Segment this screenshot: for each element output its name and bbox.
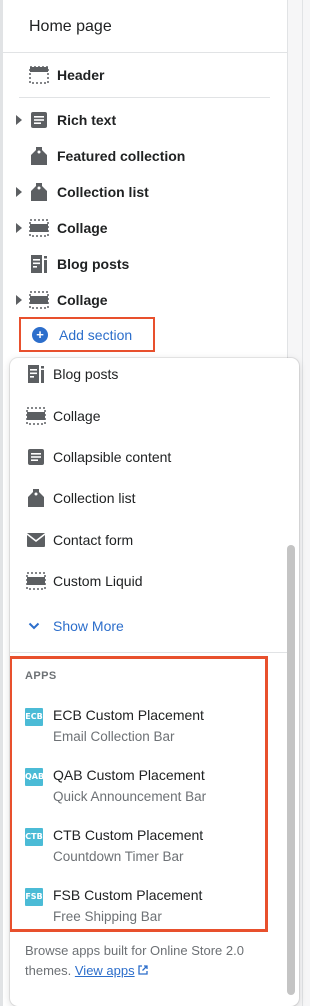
section-collage[interactable]: Collage — [3, 282, 287, 318]
section-label: Header — [57, 67, 105, 83]
show-more-label: Show More — [53, 618, 124, 634]
popover-item-blog-posts[interactable]: Blog posts — [10, 358, 280, 392]
app-description: Countdown Timer Bar — [53, 849, 184, 864]
add-section-label: Add section — [59, 326, 133, 343]
popover-item-collage[interactable]: Collage — [10, 398, 280, 434]
collage-icon — [26, 406, 46, 426]
section-label: Collage — [57, 220, 108, 236]
header-icon — [28, 64, 50, 86]
tag-icon — [28, 181, 50, 203]
collage-icon — [28, 289, 50, 311]
app-item-ctb[interactable]: CTB CTB Custom Placement Countdown Timer… — [10, 825, 260, 881]
popover-item-label: Collapsible content — [53, 449, 172, 465]
app-name: FSB Custom Placement — [53, 887, 203, 903]
browse-apps-footer: Browse apps built for Online Store 2.0 t… — [25, 941, 255, 981]
section-collage[interactable]: Collage — [3, 210, 287, 246]
caret-right-icon[interactable] — [15, 295, 23, 305]
section-header[interactable]: Header — [3, 57, 287, 93]
section-rich-text[interactable]: Rich text — [3, 102, 287, 138]
app-description: Free Shipping Bar — [53, 909, 162, 924]
caret-right-icon[interactable] — [15, 187, 23, 197]
divider — [10, 652, 290, 653]
app-name: QAB Custom Placement — [53, 767, 205, 783]
app-logo-icon: CTB — [25, 828, 43, 846]
footer-text: Browse apps built for Online Store 2.0 t… — [25, 943, 244, 978]
section-featured-collection[interactable]: Featured collection — [3, 138, 287, 174]
section-blog-posts[interactable]: Blog posts — [3, 246, 287, 282]
divider — [19, 97, 270, 98]
popover-item-collection-list[interactable]: Collection list — [10, 480, 280, 516]
tag-icon — [28, 145, 50, 167]
popover-item-label: Collection list — [53, 490, 136, 506]
plus-circle-icon: + — [32, 326, 48, 343]
text-icon — [26, 447, 46, 467]
section-label: Collage — [57, 292, 108, 308]
popover-item-contact-form[interactable]: Contact form — [10, 522, 280, 558]
popover-item-label: Custom Liquid — [53, 573, 143, 589]
add-section-popover: Blog posts Collage Collapsible content C… — [10, 358, 299, 1006]
popover-item-label: Contact form — [53, 532, 134, 548]
section-label: Rich text — [57, 112, 117, 128]
app-item-fsb[interactable]: FSB FSB Custom Placement Free Shipping B… — [10, 885, 260, 941]
app-logo-icon: QAB — [25, 768, 44, 786]
scrollbar[interactable] — [287, 545, 295, 995]
collage-icon — [28, 217, 50, 239]
app-logo-icon: ECB — [25, 708, 43, 726]
external-link-icon[interactable] — [138, 965, 148, 975]
caret-right-icon[interactable] — [15, 223, 23, 233]
popover-item-custom-liquid[interactable]: Custom Liquid — [10, 563, 280, 599]
section-label: Featured collection — [57, 148, 186, 164]
divider — [3, 52, 287, 53]
view-apps-link[interactable]: View apps — [75, 963, 135, 978]
caret-right-icon[interactable] — [15, 115, 23, 125]
apps-heading: APPS — [25, 670, 57, 682]
tag-icon — [26, 488, 46, 508]
app-logo-icon: FSB — [25, 888, 43, 906]
popover-item-label: Collage — [53, 408, 101, 424]
app-description: Quick Announcement Bar — [53, 789, 207, 804]
show-more-button[interactable]: Show More — [10, 608, 280, 644]
chevron-down-icon — [28, 622, 40, 630]
popover-item-collapsible-content[interactable]: Collapsible content — [10, 439, 280, 475]
app-name: ECB Custom Placement — [53, 707, 204, 723]
app-name: CTB Custom Placement — [53, 827, 204, 843]
blog-icon — [28, 253, 50, 275]
app-item-qab[interactable]: QAB QAB Custom Placement Quick Announcem… — [10, 765, 260, 821]
section-label: Collection list — [57, 184, 149, 200]
envelope-icon — [26, 530, 46, 550]
blog-icon — [26, 364, 46, 384]
popover-item-label: Blog posts — [53, 366, 119, 382]
add-section-button[interactable]: + Add section — [19, 317, 155, 352]
text-icon — [28, 109, 50, 131]
collage-icon — [26, 571, 46, 591]
app-description: Email Collection Bar — [53, 729, 175, 744]
app-item-ecb[interactable]: ECB ECB Custom Placement Email Collectio… — [10, 705, 260, 761]
page-title: Home page — [29, 18, 112, 35]
section-collection-list[interactable]: Collection list — [3, 174, 287, 210]
section-label: Blog posts — [57, 256, 130, 272]
